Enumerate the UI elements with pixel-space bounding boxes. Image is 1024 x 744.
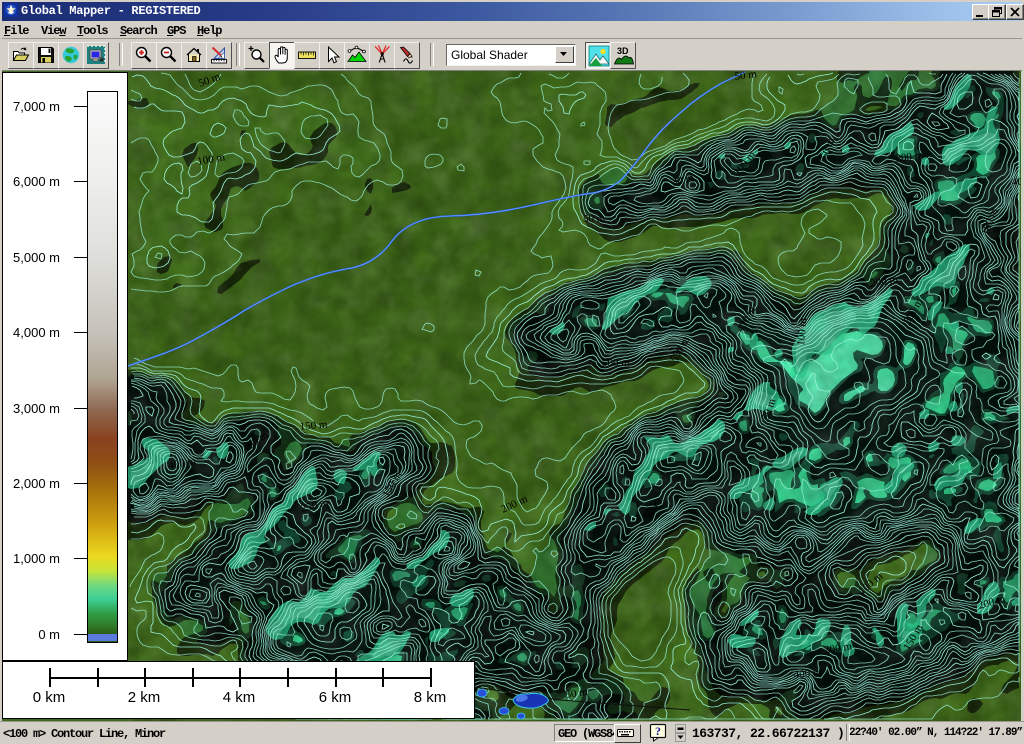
svg-text:?: ? (655, 724, 661, 738)
svg-text:400 m: 400 m (793, 667, 822, 681)
svg-text:100 m: 100 m (795, 317, 809, 346)
svg-text:3D: 3D (617, 46, 629, 56)
svg-text:500 m: 500 m (602, 357, 630, 369)
svg-text:150 m: 150 m (299, 419, 328, 433)
svg-text:50 m: 50 m (583, 213, 606, 225)
svg-text:400: 400 (1012, 176, 1021, 188)
